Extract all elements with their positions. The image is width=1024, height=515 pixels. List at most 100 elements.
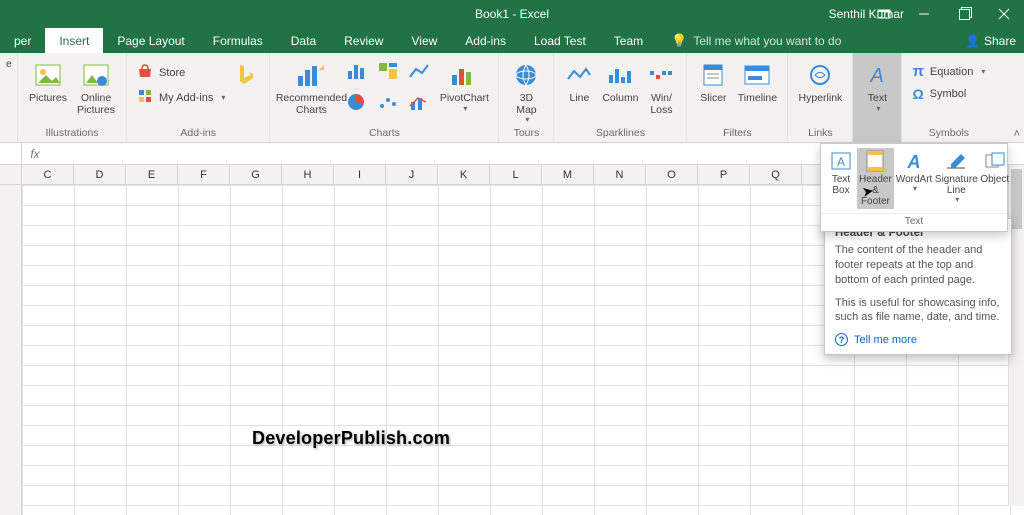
tab-addins[interactable]: Add-ins <box>451 28 520 53</box>
text-box-button[interactable]: A Text Box <box>825 148 857 209</box>
col-header[interactable]: J <box>386 165 438 184</box>
group-label-addins: Add-ins <box>127 127 269 142</box>
text-dropdown-button[interactable]: AText▾ <box>859 57 895 113</box>
line-chart-icon[interactable] <box>408 61 436 89</box>
tab-team[interactable]: Team <box>600 28 657 53</box>
tell-me-more-link[interactable]: ? Tell me more <box>835 333 1001 346</box>
tab-view[interactable]: View <box>397 28 451 53</box>
share-label: Share <box>984 34 1016 48</box>
object-icon <box>981 150 1009 172</box>
svg-text:A: A <box>870 65 884 86</box>
col-header[interactable]: O <box>646 165 698 184</box>
pivotchart-button[interactable]: PivotChart▾ <box>436 57 492 113</box>
hierarchy-chart-icon[interactable] <box>377 61 405 89</box>
col-header[interactable]: E <box>126 165 178 184</box>
col-header[interactable]: F <box>178 165 230 184</box>
bing-icon <box>230 59 262 91</box>
sparkline-winloss-button[interactable]: Win/ Loss <box>642 57 680 116</box>
tooltip-body-2: This is useful for showcasing info, such… <box>835 296 1001 326</box>
tab-formulas[interactable]: Formulas <box>199 28 277 53</box>
col-header[interactable]: K <box>438 165 490 184</box>
ribbon-options-icon[interactable] <box>864 0 904 28</box>
close-button[interactable] <box>984 0 1024 28</box>
store-icon <box>137 63 153 82</box>
tab-data[interactable]: Data <box>277 28 330 53</box>
my-addins-button[interactable]: My Add-ins ▾ <box>137 88 225 107</box>
help-icon: ? <box>835 333 848 346</box>
timeline-button[interactable]: Timeline <box>733 57 781 105</box>
col-header[interactable]: P <box>698 165 750 184</box>
tab-review[interactable]: Review <box>330 28 397 53</box>
recommended-charts-icon <box>295 59 327 91</box>
col-header[interactable]: C <box>22 165 74 184</box>
combo-chart-icon[interactable] <box>408 92 436 120</box>
sparkline-winloss-icon <box>645 59 677 91</box>
online-pictures-icon <box>80 59 112 91</box>
wordart-icon: A <box>900 150 928 172</box>
online-pictures-button[interactable]: Online Pictures <box>72 57 120 116</box>
col-header[interactable]: M <box>542 165 594 184</box>
sparkline-line-button[interactable]: Line <box>560 57 598 105</box>
tooltip-body-1: The content of the header and footer rep… <box>835 243 1001 288</box>
signature-line-button[interactable]: Signature Line▾ <box>934 148 978 209</box>
addins-icon <box>137 88 153 107</box>
chevron-down-icon: ▾ <box>463 105 467 114</box>
tab-load-test[interactable]: Load Test <box>520 28 600 53</box>
pictures-button[interactable]: Pictures <box>24 57 72 105</box>
col-header[interactable]: H <box>282 165 334 184</box>
sparkline-line-icon <box>563 59 595 91</box>
column-chart-icon[interactable] <box>346 61 374 89</box>
name-box[interactable] <box>0 143 22 164</box>
minimize-button[interactable] <box>904 0 944 28</box>
scrollbar-thumb[interactable] <box>1011 169 1022 229</box>
col-header[interactable]: G <box>230 165 282 184</box>
text-icon: A <box>861 59 893 91</box>
hyperlink-button[interactable]: Hyperlink <box>794 57 846 105</box>
tab-insert[interactable]: Insert <box>45 28 103 53</box>
ribbon: e Pictures Online Pictures Illustrations… <box>0 53 1024 143</box>
ribbon-tabs: per Insert Page Layout Formulas Data Rev… <box>0 28 1024 53</box>
tab-page-layout[interactable]: Page Layout <box>103 28 198 53</box>
col-header[interactable]: L <box>490 165 542 184</box>
3d-map-button[interactable]: 3D Map▾ <box>505 57 547 125</box>
bing-button[interactable] <box>229 57 263 93</box>
group-charts: Recommended Charts PivotChart▾ Charts <box>270 53 499 142</box>
pie-chart-icon[interactable] <box>346 92 374 120</box>
equation-button[interactable]: πEquation▾ <box>912 63 985 80</box>
col-header[interactable]: I <box>334 165 386 184</box>
partial-button[interactable]: e <box>6 57 12 71</box>
chevron-down-icon: ▾ <box>876 105 880 114</box>
share-button[interactable]: 👤 Share <box>965 28 1016 53</box>
symbol-icon: Ω <box>912 86 923 102</box>
group-label-filters: Filters <box>687 127 787 142</box>
select-all-corner[interactable] <box>0 165 22 184</box>
col-header[interactable]: Q <box>750 165 802 184</box>
signature-icon <box>942 150 970 172</box>
wordart-button[interactable]: A WordArt▾ <box>894 148 935 209</box>
row-headers[interactable] <box>0 185 22 515</box>
recommended-charts-button[interactable]: Recommended Charts <box>276 57 346 116</box>
group-illustrations: Pictures Online Pictures Illustrations <box>18 53 127 142</box>
timeline-icon <box>741 59 773 91</box>
restore-button[interactable] <box>944 0 984 28</box>
chevron-down-icon: ▾ <box>955 196 959 205</box>
sparkline-column-button[interactable]: Column <box>598 57 642 105</box>
svg-text:A: A <box>837 155 845 169</box>
tab-partial[interactable]: per <box>0 28 45 53</box>
tell-me-search[interactable]: 💡 Tell me what you want to do <box>671 28 841 53</box>
hyperlink-icon <box>804 59 836 91</box>
store-button[interactable]: Store <box>137 63 225 82</box>
group-label-links: Links <box>788 127 852 142</box>
slicer-button[interactable]: Slicer <box>693 57 733 105</box>
col-header[interactable]: D <box>74 165 126 184</box>
group-label-sparklines: Sparklines <box>554 127 686 142</box>
fx-label[interactable]: fx <box>22 147 48 161</box>
col-header[interactable]: N <box>594 165 646 184</box>
scatter-chart-icon[interactable] <box>377 92 405 120</box>
collapse-ribbon-icon[interactable]: ˄ <box>1014 128 1020 140</box>
share-icon: 👤 <box>965 34 980 48</box>
header-footer-tooltip: Header & Footer The content of the heade… <box>824 218 1012 355</box>
symbol-button[interactable]: ΩSymbol <box>912 86 985 102</box>
globe-icon <box>510 59 542 91</box>
object-button[interactable]: Object <box>978 148 1011 209</box>
